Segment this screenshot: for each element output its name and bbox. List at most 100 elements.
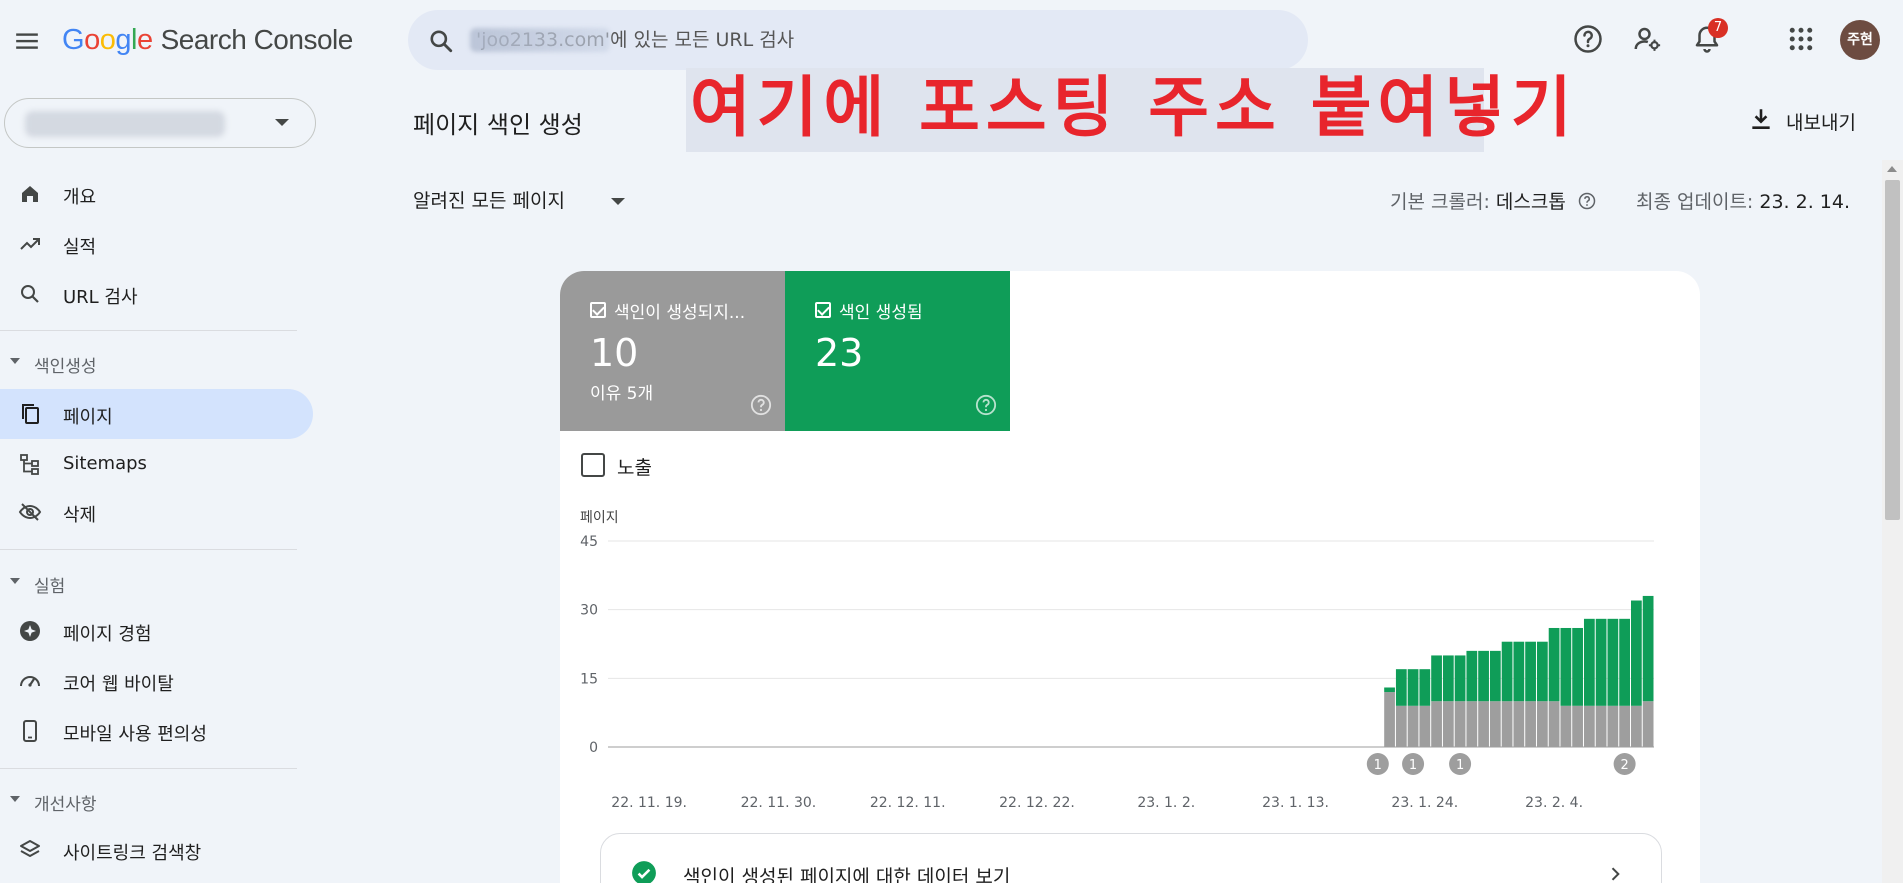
sidebar-item-removals[interactable]: 삭제 — [0, 487, 313, 537]
bar-series-1 — [1419, 669, 1431, 706]
account-avatar[interactable]: 주현 — [1840, 20, 1880, 60]
annotation-label: 1 — [1409, 758, 1417, 773]
sidebar-item-sitelinks-searchbox[interactable]: 사이트링크 검색창 — [0, 825, 313, 875]
annotation-label: 1 — [1374, 758, 1382, 773]
page-scrollbar[interactable] — [1882, 160, 1903, 883]
annotation-label: 2 — [1620, 758, 1628, 773]
view-indexed-pages-link[interactable]: 색인이 생성된 페이지에 대한 데이터 보기 — [600, 833, 1662, 883]
hamburger-menu-icon[interactable] — [14, 28, 40, 54]
bar-series-0 — [1478, 701, 1489, 747]
y-tick-label: 30 — [580, 603, 598, 619]
x-tick-label: 23. 1. 24. — [1391, 795, 1458, 811]
bar-series-1 — [1642, 595, 1654, 702]
home-icon — [22, 186, 38, 202]
bar-series-0 — [1525, 701, 1536, 747]
indexed-summary-tile[interactable]: 색인 생성됨 23 — [785, 271, 1010, 431]
redacted-property-name — [25, 111, 225, 137]
bar-series-1 — [1407, 669, 1419, 706]
bar-series-1 — [1501, 641, 1513, 702]
redacted-domain-blur — [470, 28, 610, 52]
chevron-down-icon — [611, 198, 625, 205]
bar-series-1 — [1466, 650, 1478, 702]
bar-series-0 — [1548, 701, 1560, 747]
sidebar-divider — [0, 330, 297, 331]
chevron-right-icon — [1611, 867, 1620, 881]
bar-series-0 — [1489, 701, 1501, 747]
x-tick-label: 23. 2. 4. — [1525, 795, 1583, 811]
bar-series-0 — [1642, 701, 1654, 747]
sidebar-item-page-experience[interactable]: 페이지 경험 — [0, 606, 313, 656]
y-tick-label: 45 — [580, 534, 598, 550]
not-indexed-count: 10 — [590, 331, 639, 375]
product-name: Search Console — [160, 24, 354, 55]
bar-series-0 — [1431, 701, 1442, 747]
url-inspection-search-bar[interactable] — [408, 10, 1308, 70]
bar-series-1 — [1384, 687, 1395, 693]
help-circle-icon[interactable] — [750, 394, 772, 416]
bar-series-1 — [1536, 641, 1548, 702]
sidebar-divider — [0, 768, 297, 769]
bar-series-1 — [1489, 650, 1501, 702]
sidebar-section-experience[interactable]: 실험 — [0, 562, 300, 602]
bar-series-0 — [1466, 701, 1478, 747]
smartphone-icon — [23, 720, 37, 742]
sidebar-item-performance[interactable]: 실적 — [0, 219, 313, 269]
bar-series-0 — [1560, 705, 1572, 747]
scroll-up-arrow-icon[interactable] — [1887, 166, 1897, 172]
bar-series-0 — [1419, 705, 1431, 747]
x-tick-label: 22. 12. 11. — [870, 795, 946, 811]
pages-stacked-bar-chart: 0 15 30 45 1 1 1 2 22. 11. 19. 22. 11. 30. 22. 12.… — [580, 534, 1654, 811]
google-apps-grid-icon[interactable] — [1786, 24, 1816, 54]
chevron-down-icon — [275, 119, 289, 126]
bar-series-0 — [1384, 692, 1395, 747]
trend-up-icon — [20, 238, 40, 250]
property-selector[interactable] — [4, 98, 316, 148]
bar-series-1 — [1431, 655, 1442, 702]
manage-users-icon[interactable] — [1632, 24, 1662, 54]
sidebar-section-indexing[interactable]: 색인생성 — [0, 342, 300, 382]
download-icon — [1752, 109, 1770, 129]
impressions-checkbox[interactable] — [581, 453, 605, 477]
bar-series-0 — [1595, 705, 1607, 747]
bar-series-1 — [1525, 641, 1536, 702]
sidebar-item-core-web-vitals[interactable]: 코어 웹 바이탈 — [0, 656, 313, 706]
speedometer-icon — [20, 676, 40, 687]
caret-down-icon — [10, 358, 20, 364]
eye-off-icon — [18, 503, 42, 521]
sidebar-item-sitemaps[interactable]: Sitemaps — [0, 439, 313, 489]
search-icon — [21, 285, 39, 303]
search-icon[interactable] — [428, 28, 454, 54]
bar-series-1 — [1442, 655, 1454, 702]
sidebar-item-pages[interactable]: 페이지 — [0, 389, 313, 439]
x-tick-label: 22. 12. 22. — [999, 795, 1075, 811]
bar-series-1 — [1630, 600, 1642, 706]
sidebar-item-url-inspection[interactable]: URL 검사 — [0, 269, 313, 319]
bar-series-0 — [1501, 701, 1513, 747]
bar-series-0 — [1619, 705, 1630, 747]
indexing-report-card: 색인이 생성되지... 10 이유 5개 색인 생성됨 23 노출 페이지 01… — [560, 271, 1700, 883]
caret-down-icon — [10, 796, 20, 802]
sidebar-divider — [0, 549, 297, 550]
help-circle-icon[interactable] — [1578, 192, 1596, 210]
help-circle-icon[interactable] — [1573, 24, 1603, 54]
scrollbar-thumb[interactable] — [1885, 180, 1900, 520]
x-tick-label: 23. 1. 2. — [1137, 795, 1195, 811]
sidebar-item-mobile-usability[interactable]: 모바일 사용 편의성 — [0, 706, 313, 756]
bar-series-1 — [1619, 618, 1630, 706]
annotation-overlay-text: 여기에 포스팅 주소 붙여넣기 — [690, 69, 1578, 146]
google-search-console-logo[interactable]: Google Search Console — [62, 24, 353, 57]
not-indexed-checkbox[interactable] — [590, 302, 606, 318]
sidebar-item-overview[interactable]: 개요 — [0, 169, 313, 219]
check-circle-icon — [632, 861, 656, 883]
bar-series-1 — [1513, 641, 1525, 702]
bar-series-1 — [1572, 627, 1583, 706]
indexed-checkbox[interactable] — [815, 302, 831, 318]
pages-filter-dropdown[interactable]: 알려진 모든 페이지 — [413, 186, 625, 216]
bar-series-0 — [1536, 701, 1548, 747]
help-circle-icon[interactable] — [975, 394, 997, 416]
not-indexed-summary-tile[interactable]: 색인이 생성되지... 10 이유 5개 — [560, 271, 785, 431]
bar-series-0 — [1572, 705, 1583, 747]
bar-series-1 — [1478, 650, 1489, 702]
sidebar-section-enhancements[interactable]: 개선사항 — [0, 780, 300, 820]
layers-icon — [20, 840, 40, 857]
